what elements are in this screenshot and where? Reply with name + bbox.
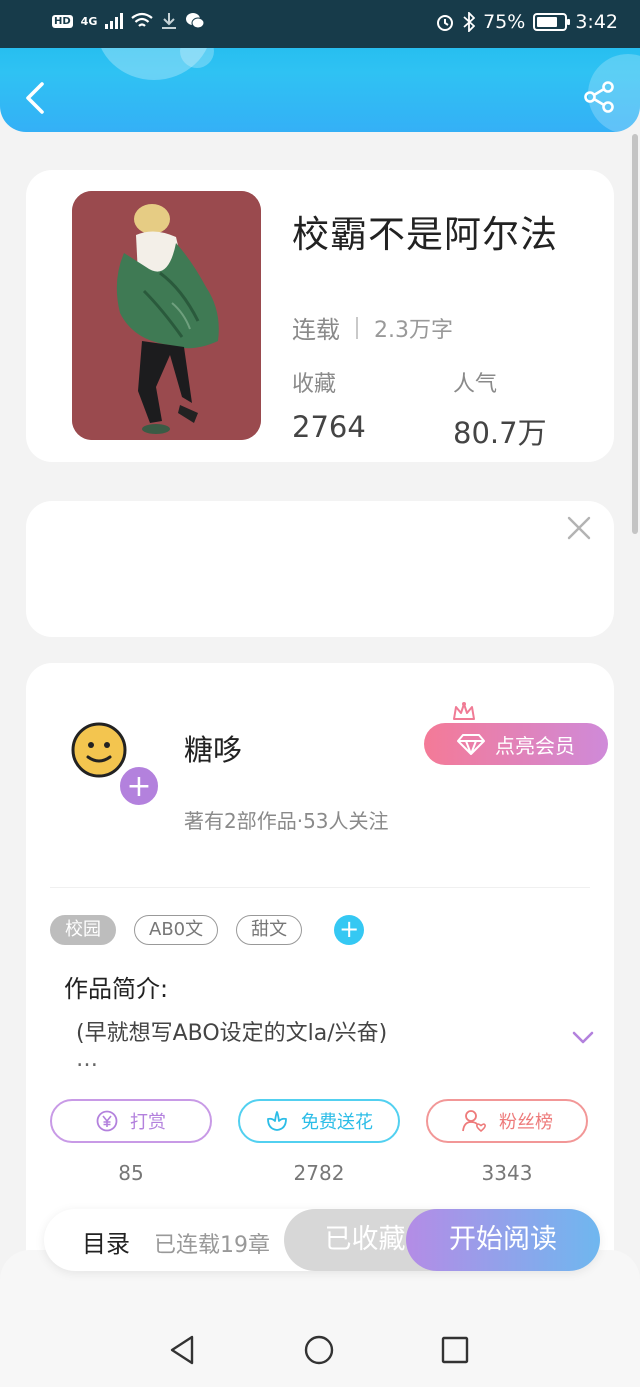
- chat-app-icon: [186, 13, 205, 29]
- scrollbar[interactable]: [632, 134, 638, 534]
- hd-icon: HD: [52, 14, 73, 28]
- fan-user-icon: [462, 1110, 486, 1133]
- author-meta: 著有2部作品·53人关注: [184, 809, 389, 833]
- popularity-label: 人气: [453, 372, 498, 397]
- crown-icon: [453, 702, 475, 720]
- tip-button[interactable]: 打赏: [50, 1099, 212, 1143]
- fan-count: 3343: [481, 1161, 533, 1185]
- book-title: 校霸不是阿尔法: [292, 213, 558, 256]
- collect-label: 收藏: [292, 372, 337, 397]
- network-label: 4G: [80, 14, 98, 28]
- tip-label: 打赏: [130, 1112, 166, 1133]
- download-icon: [162, 13, 177, 29]
- chevron-down-icon[interactable]: [572, 1031, 594, 1045]
- popularity-count: 80.7万: [453, 416, 547, 450]
- divider: [356, 316, 358, 339]
- intro-text: (早就想写ABO设定的文la/兴奋): [76, 1021, 388, 1046]
- wifi-icon: [131, 12, 154, 27]
- flower-icon: [267, 1111, 287, 1131]
- author-name[interactable]: 糖哆: [184, 727, 242, 769]
- book-info-card: 校霸不是阿尔法 连载 2.3万字 收藏 2764 人气 80.7万: [26, 170, 614, 462]
- popularity-stat: 人气 80.7万: [453, 366, 547, 452]
- tag-list: 校园 AB0文 甜文 +: [50, 915, 365, 945]
- reading-action-bar: 目录 已连载19章 已收藏 开始阅读: [44, 1209, 600, 1271]
- word-count: 2.3万字: [374, 317, 453, 343]
- follow-author-button[interactable]: +: [118, 765, 160, 807]
- tip-count: 85: [118, 1161, 144, 1185]
- collect-stat: 收藏 2764: [292, 366, 366, 444]
- tag-item[interactable]: 校园: [50, 915, 116, 945]
- fan-ranking-label: 粉丝榜: [499, 1112, 553, 1133]
- clock: 3:42: [575, 11, 618, 33]
- ad-banner-card: [26, 501, 614, 637]
- send-flower-button[interactable]: 免费送花: [238, 1099, 400, 1143]
- cover-illustration: [72, 191, 261, 440]
- collect-count: 2764: [292, 410, 366, 444]
- bluetooth-icon: [463, 12, 476, 32]
- status-bar: HD 4G 75% 3:42: [0, 0, 640, 48]
- intro-ellipsis: …: [76, 1047, 98, 1072]
- fan-ranking-button[interactable]: 粉丝榜: [426, 1099, 588, 1143]
- serial-status: 连载: [292, 316, 340, 344]
- chapter-count[interactable]: 已连载19章: [154, 1227, 270, 1259]
- avatar[interactable]: [70, 721, 128, 779]
- add-tag-button[interactable]: +: [334, 915, 365, 945]
- yen-icon: [96, 1110, 118, 1132]
- nav-recents-icon[interactable]: [440, 1334, 470, 1366]
- section-divider: [50, 887, 590, 888]
- intro-heading: 作品简介:: [64, 975, 169, 1003]
- vip-membership-button[interactable]: 点亮会员: [424, 723, 608, 765]
- battery-icon: [533, 13, 571, 31]
- system-nav-bar: [0, 1300, 640, 1387]
- close-icon[interactable]: [566, 515, 592, 541]
- nav-back-icon[interactable]: [168, 1334, 198, 1366]
- back-button[interactable]: [20, 78, 50, 118]
- tag-item[interactable]: 甜文: [236, 915, 303, 945]
- battery-percent: 75%: [483, 11, 526, 33]
- signal-icon: [105, 13, 124, 29]
- flower-label: 免费送花: [301, 1112, 373, 1133]
- tag-item[interactable]: AB0文: [134, 915, 219, 945]
- book-cover[interactable]: [72, 191, 261, 440]
- share-button[interactable]: [582, 80, 616, 114]
- book-status-line: 连载 2.3万字: [292, 310, 453, 345]
- table-of-contents-button[interactable]: 目录: [82, 1224, 130, 1259]
- header-bar: HD 4G 75% 3:42: [0, 0, 640, 132]
- vip-button-label: 点亮会员: [495, 733, 575, 758]
- alarm-icon: [437, 15, 454, 31]
- diamond-icon: [457, 734, 485, 755]
- start-reading-button[interactable]: 开始阅读: [406, 1209, 600, 1271]
- nav-home-icon[interactable]: [304, 1334, 334, 1366]
- flower-count: 2782: [293, 1161, 345, 1185]
